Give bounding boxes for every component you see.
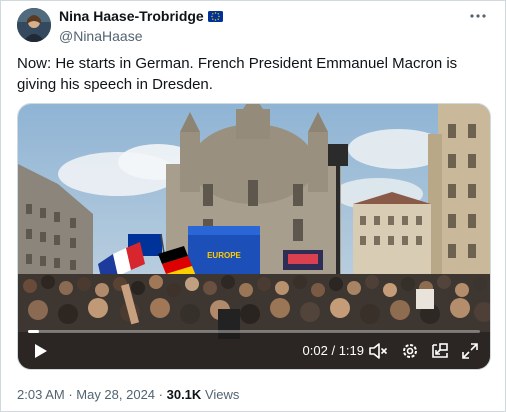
tweet-card: Nina Haase-Trobridge @NinaHaase Now: He …: [0, 0, 506, 412]
tweet-header: Nina Haase-Trobridge @NinaHaase: [17, 7, 493, 45]
eu-flag-icon: [207, 11, 223, 22]
video-elapsed: 0:02: [302, 343, 328, 358]
video-time-separator: /: [327, 343, 339, 358]
avatar[interactable]: [17, 8, 51, 42]
views-label: Views: [204, 387, 240, 402]
video-player[interactable]: EUROPE 0:02 / 1:19: [17, 103, 491, 370]
stage-sign: EUROPE: [207, 251, 241, 260]
video-duration: 1:19: [338, 343, 364, 358]
display-name[interactable]: Nina Haase-Trobridge: [59, 8, 223, 25]
tweet-date[interactable]: May 28, 2024: [76, 387, 155, 402]
tweet-meta: 2:03 AM · May 28, 2024 · 30.1K Views: [17, 387, 239, 402]
more-options-icon[interactable]: [469, 9, 487, 23]
settings-icon[interactable]: [400, 341, 420, 361]
meta-separator: ·: [64, 387, 77, 402]
author-names: Nina Haase-Trobridge @NinaHaase: [59, 8, 223, 45]
volume-muted-icon[interactable]: [368, 341, 388, 361]
fullscreen-icon[interactable]: [460, 341, 480, 361]
meta-separator: ·: [155, 387, 167, 402]
play-icon[interactable]: [30, 341, 50, 361]
views-count: 30.1K: [166, 387, 202, 402]
display-name-text: Nina Haase-Trobridge: [59, 8, 204, 24]
tweet-text: Now: He starts in German. French Preside…: [17, 55, 458, 93]
video-controls: 0:02 / 1:19: [18, 331, 490, 369]
handle[interactable]: @NinaHaase: [59, 27, 223, 45]
picture-in-picture-icon[interactable]: [430, 341, 450, 361]
tweet-time[interactable]: 2:03 AM: [17, 387, 65, 402]
video-time: 0:02 / 1:19: [303, 343, 364, 358]
